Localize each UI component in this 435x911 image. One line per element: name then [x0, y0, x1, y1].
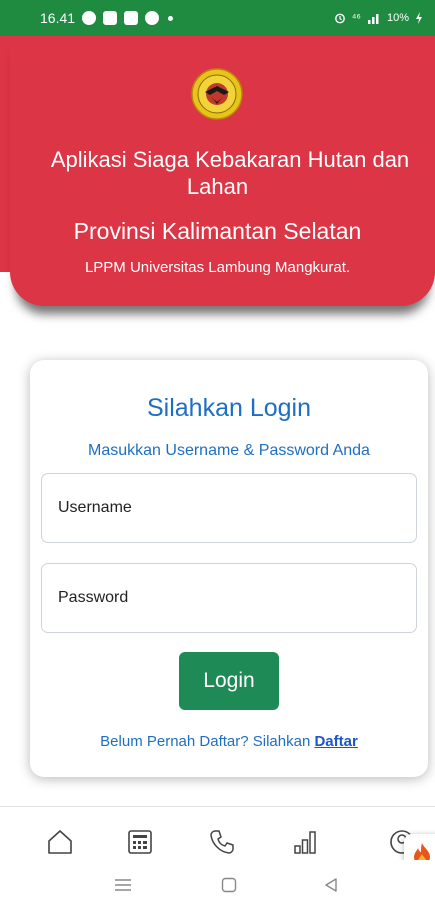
app-title-line1: Aplikasi Siaga Kebakaran Hutan dan [50, 147, 410, 172]
register-link[interactable]: Daftar [314, 733, 357, 750]
app-title-line2: Lahan [186, 174, 249, 199]
status-bar-left: 16.41 [40, 10, 174, 26]
system-recents-button[interactable] [108, 870, 138, 900]
more-notifications-dot-icon [168, 15, 174, 21]
bottom-nav-divider [0, 806, 435, 807]
province-subtitle: Provinsi Kalimantan Selatan [73, 218, 362, 244]
messenger-notification-icon [82, 11, 97, 25]
nav-calculator[interactable] [118, 820, 162, 864]
nav-signal[interactable] [283, 820, 327, 864]
register-prompt: Belum Pernah Daftar? Silahkan Daftar [0, 733, 435, 750]
university-logo-icon [191, 68, 243, 120]
status-bar-right: ⁴⁶ 10% [334, 12, 423, 24]
home-square-icon [221, 877, 237, 893]
login-title: Silahkan Login [146, 394, 311, 422]
status-time: 16.41 [40, 10, 76, 26]
youtube-notification-icon [103, 11, 118, 25]
signal-icon [367, 14, 379, 24]
menu-icon [115, 879, 131, 891]
alarm-icon [334, 13, 345, 24]
register-prompt-text: Belum Pernah Daftar? Silahkan [100, 733, 311, 750]
nav-phone[interactable] [200, 820, 244, 864]
login-subtitle: Masukkan Username & Password Anda [88, 442, 370, 459]
status-bar: 16.41 ⁴⁶ 10% [0, 0, 435, 36]
network-type: ⁴⁶ [351, 12, 361, 24]
signal-bars-icon [294, 831, 316, 854]
password-input[interactable] [41, 563, 417, 633]
home-icon [48, 830, 72, 854]
system-back-button[interactable] [316, 870, 346, 900]
organization-label: LPPM Universitas Lambung Mangkurat. [84, 259, 351, 276]
app-notification-icon [124, 11, 139, 25]
username-input[interactable] [41, 473, 417, 543]
system-nav-bar [0, 860, 435, 911]
back-triangle-icon [325, 878, 337, 892]
nav-home[interactable] [38, 820, 82, 864]
login-button[interactable]: Login [179, 652, 279, 710]
phone-icon [210, 830, 234, 854]
app-screen: 16.41 ⁴⁶ 10% Aplikasi Siaga Kebakaran Hu… [0, 0, 435, 911]
game-notification-icon [145, 11, 160, 25]
battery-percent: 10% [386, 12, 409, 24]
system-home-button[interactable] [214, 870, 244, 900]
calculator-icon [128, 830, 152, 854]
charging-icon [416, 12, 422, 24]
